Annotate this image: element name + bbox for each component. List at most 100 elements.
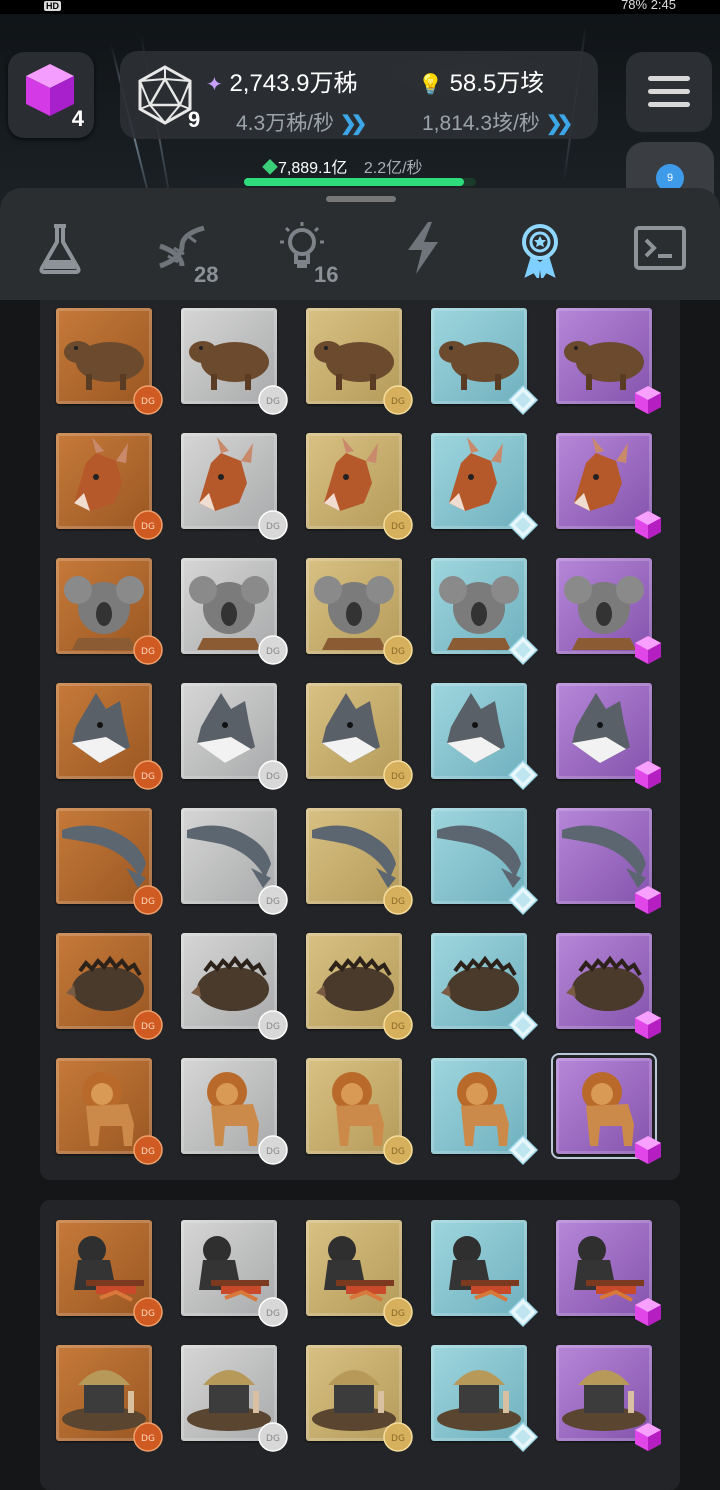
lightning-icon (408, 222, 438, 274)
hut-purple-achievement[interactable] (556, 1345, 661, 1451)
capybara-diamond-achievement[interactable] (431, 308, 539, 416)
whale-purple-achievement[interactable] (556, 808, 661, 914)
tab-bar: 28 16 (0, 188, 720, 300)
koala-diamond-achievement[interactable] (431, 558, 539, 666)
status-bar: HD 78% 2:45 (0, 0, 720, 14)
dna-count: 28 (194, 262, 219, 287)
deer-bronze-achievement[interactable]: DG (56, 433, 163, 540)
purple-badge-icon (635, 886, 661, 914)
chimpanzee-silver-achievement[interactable]: DG (181, 1220, 288, 1327)
svg-text:DG: DG (141, 1147, 155, 1157)
terminal-icon (634, 226, 686, 270)
lion-bronze-achievement[interactable]: DG (56, 1058, 163, 1165)
svg-text:DG: DG (391, 522, 405, 532)
tab-science[interactable] (30, 218, 90, 278)
lion-diamond-achievement[interactable] (431, 1058, 539, 1166)
cube-button[interactable]: 4 (8, 52, 94, 138)
purple-badge-icon (635, 1298, 661, 1326)
svg-text:DG: DG (266, 1147, 280, 1157)
wolf-diamond-achievement[interactable] (431, 683, 539, 791)
wolf-bronze-achievement[interactable]: DG (56, 683, 163, 790)
gold-badge-icon: DG (383, 635, 413, 665)
deer-gold-achievement[interactable]: DG (306, 433, 413, 540)
svg-text:DG: DG (391, 1434, 405, 1444)
whale-bronze-achievement[interactable]: DG (56, 808, 163, 915)
deer-diamond-achievement[interactable] (431, 433, 539, 541)
svg-text:DG: DG (391, 397, 405, 407)
status-right: 78% 2:45 (621, 0, 676, 12)
chevron-icon: ❯❯ (339, 113, 367, 135)
silver-badge-icon: DG (258, 635, 288, 665)
svg-text:DG: DG (141, 1434, 155, 1444)
resource-header: 4 9 ✦ 2,743.9万秭 4.3万秭/秒 ❯❯ 💡 58.5万垓 1,81… (0, 14, 720, 234)
wolf-silver-achievement[interactable]: DG (181, 683, 288, 790)
lion-purple-achievement[interactable] (551, 1053, 661, 1164)
hut-gold-achievement[interactable]: DG (306, 1345, 413, 1452)
achievement-grid-animals: DG DG DG DG DG DG DG DG DG DG DG DG DG DG DG DG DG DG DG DG… (40, 300, 680, 1180)
whale-diamond-achievement[interactable] (431, 808, 539, 916)
capybara-purple-achievement[interactable] (556, 308, 661, 414)
chimpanzee-diamond-achievement[interactable] (431, 1220, 539, 1328)
wolf-gold-achievement[interactable]: DG (306, 683, 413, 790)
hut-diamond-achievement[interactable] (431, 1345, 539, 1453)
hedgehog-gold-achievement[interactable]: DG (306, 933, 413, 1040)
silver-badge-icon: DG (258, 1422, 288, 1452)
cube-icon (26, 64, 74, 116)
capybara-bronze-achievement[interactable]: DG (56, 308, 163, 415)
bronze-badge-icon: DG (133, 885, 163, 915)
wolf-purple-achievement[interactable] (556, 683, 661, 789)
hut-bronze-achievement[interactable]: DG (56, 1345, 163, 1452)
hut-silver-achievement[interactable]: DG (181, 1345, 288, 1452)
silver-badge-icon: DG (258, 760, 288, 790)
hedgehog-bronze-achievement[interactable]: DG (56, 933, 163, 1040)
purple-badge-icon (635, 636, 661, 664)
bronze-badge-icon: DG (133, 1010, 163, 1040)
resource-panel[interactable]: 9 ✦ 2,743.9万秭 4.3万秭/秒 ❯❯ 💡 58.5万垓 1,814.… (120, 51, 598, 139)
koala-bronze-achievement[interactable]: DG (56, 558, 163, 665)
koala-gold-achievement[interactable]: DG (306, 558, 413, 665)
silver-badge-icon: DG (258, 1010, 288, 1040)
whale-gold-achievement[interactable]: DG (306, 808, 413, 915)
svg-text:DG: DG (266, 522, 280, 532)
svg-text:DG: DG (141, 1022, 155, 1032)
deer-purple-achievement[interactable] (556, 433, 661, 539)
lion-gold-achievement[interactable]: DG (306, 1058, 413, 1165)
chimpanzee-gold-achievement[interactable]: DG (306, 1220, 413, 1327)
chimpanzee-bronze-achievement[interactable]: DG (56, 1220, 163, 1327)
whale-silver-achievement[interactable]: DG (181, 808, 288, 915)
gold-badge-icon: DG (383, 1135, 413, 1165)
menu-button[interactable] (626, 52, 712, 132)
drag-handle[interactable] (326, 196, 396, 202)
medal-icon (522, 224, 558, 281)
hedgehog-silver-achievement[interactable]: DG (181, 933, 288, 1040)
diamond-badge-icon (507, 1009, 539, 1041)
capybara-silver-achievement[interactable]: DG (181, 308, 288, 415)
koala-purple-achievement[interactable] (556, 558, 661, 664)
deer-silver-achievement[interactable]: DG (181, 433, 288, 540)
svg-text:DG: DG (141, 397, 155, 407)
silver-badge-icon: DG (258, 885, 288, 915)
achievement-grid-civilization: DG DG DG DG DG DG (40, 1200, 680, 1490)
gold-badge-icon: DG (383, 760, 413, 790)
gold-badge-icon: DG (383, 1422, 413, 1452)
tab-achievements[interactable] (510, 218, 570, 281)
d20-count: 9 (188, 107, 201, 132)
hedgehog-purple-achievement[interactable] (556, 933, 661, 1039)
chimpanzee-purple-achievement[interactable] (556, 1220, 661, 1326)
diamond-badge-icon (507, 509, 539, 541)
tab-energy[interactable] (392, 218, 452, 278)
capybara-gold-achievement[interactable]: DG (306, 308, 413, 415)
gold-badge-icon: DG (383, 1010, 413, 1040)
svg-text:DG: DG (391, 897, 405, 907)
svg-text:DG: DG (266, 1309, 280, 1319)
svg-text:DG: DG (391, 1022, 405, 1032)
purple-badge-icon (635, 1136, 661, 1164)
cube-count: 4 (71, 106, 84, 131)
koala-silver-achievement[interactable]: DG (181, 558, 288, 665)
lion-silver-achievement[interactable]: DG (181, 1058, 288, 1165)
tab-ideas[interactable]: 16 (272, 218, 338, 287)
tab-dna[interactable]: 28 (152, 218, 218, 287)
hedgehog-diamond-achievement[interactable] (431, 933, 539, 1041)
tab-console[interactable] (630, 218, 690, 278)
resource-3-progress (244, 178, 476, 186)
